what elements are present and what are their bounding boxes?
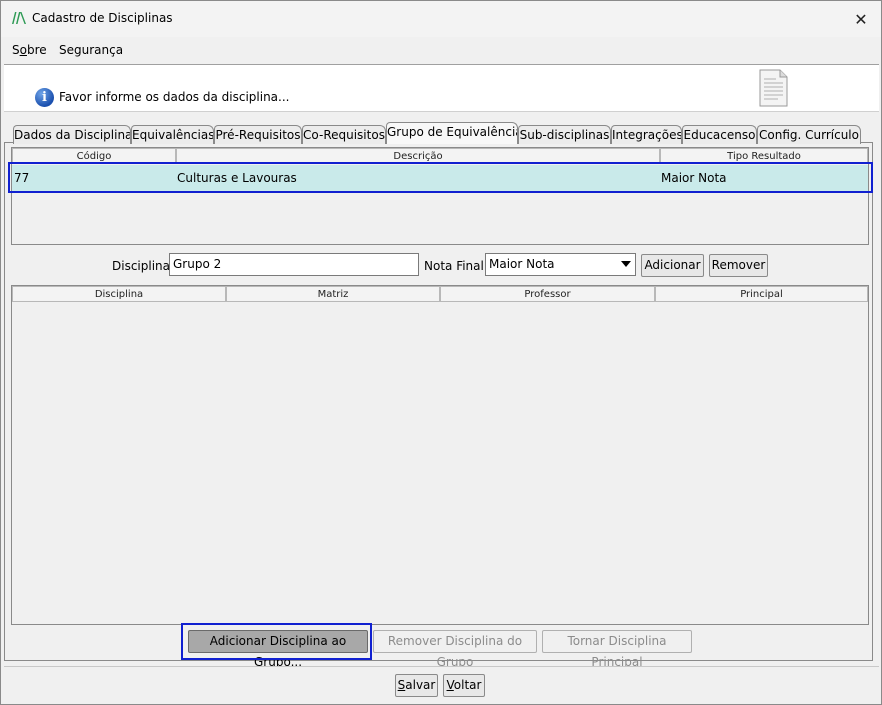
window-title: Cadastro de Disciplinas xyxy=(32,11,173,25)
tab-dados-disciplina[interactable]: Dados da Disciplina xyxy=(13,125,131,144)
column-header-principal[interactable]: Principal xyxy=(655,286,868,302)
cadastro-disciplinas-window: Cadastro de Disciplinas ✕ Sobre Seguranç… xyxy=(0,0,882,705)
disciplina-input[interactable]: Grupo 2 xyxy=(169,253,419,276)
tornar-principal-button[interactable]: Tornar Disciplina Principal xyxy=(542,630,692,669)
info-icon: i xyxy=(35,88,54,107)
menu-bar: Sobre Segurança xyxy=(1,37,881,63)
selected-row-highlight xyxy=(8,162,873,193)
tab-co-requisitos[interactable]: Co-Requisitos xyxy=(302,125,386,144)
nota-final-select[interactable]: Maior Nota xyxy=(485,253,636,276)
tab-integracoes[interactable]: Integrações xyxy=(611,125,682,144)
adicionar-button[interactable]: Adicionar xyxy=(641,254,704,277)
menu-sobre[interactable]: Sobre xyxy=(12,43,47,57)
disciplines-table[interactable]: Disciplina Matriz Professor Principal xyxy=(11,285,869,625)
close-icon[interactable]: ✕ xyxy=(849,7,873,31)
tab-config-curriculo[interactable]: Config. Currículo xyxy=(757,125,861,144)
column-header-professor[interactable]: Professor xyxy=(440,286,655,302)
tab-pre-requisitos[interactable]: Pré-Requisitos xyxy=(214,125,302,144)
menu-seguranca[interactable]: Segurança xyxy=(59,43,123,57)
info-message: Favor informe os dados da disciplina... xyxy=(59,90,290,104)
remove-disciplina-grupo-button[interactable]: Remover Disciplina do Grupo xyxy=(373,630,537,669)
column-header-matriz[interactable]: Matriz xyxy=(226,286,440,302)
salvar-button[interactable]: Salvar xyxy=(395,674,438,697)
remover-button[interactable]: Remover xyxy=(709,254,768,277)
tab-educacenso[interactable]: Educacenso xyxy=(682,125,757,144)
tab-equivalencias[interactable]: Equivalências xyxy=(131,125,214,144)
nota-final-label: Nota Final: xyxy=(424,259,488,273)
add-button-highlight xyxy=(181,623,372,660)
disciplina-label: Disciplina xyxy=(112,259,171,273)
nota-final-value: Maior Nota xyxy=(489,257,555,271)
app-logo-icon xyxy=(12,12,26,24)
document-icon xyxy=(759,69,788,107)
column-header-disciplina[interactable]: Disciplina xyxy=(12,286,226,302)
tab-grupo-equivalencia[interactable]: Grupo de Equivalência xyxy=(386,122,518,144)
tab-sub-disciplinas[interactable]: Sub-disciplinas xyxy=(518,125,611,144)
header-panel: i Favor informe os dados da disciplina..… xyxy=(4,64,879,112)
voltar-button[interactable]: Voltar xyxy=(443,674,485,697)
chevron-down-icon xyxy=(621,261,631,267)
footer-bar xyxy=(4,666,879,701)
title-bar: Cadastro de Disciplinas ✕ xyxy=(1,1,881,37)
